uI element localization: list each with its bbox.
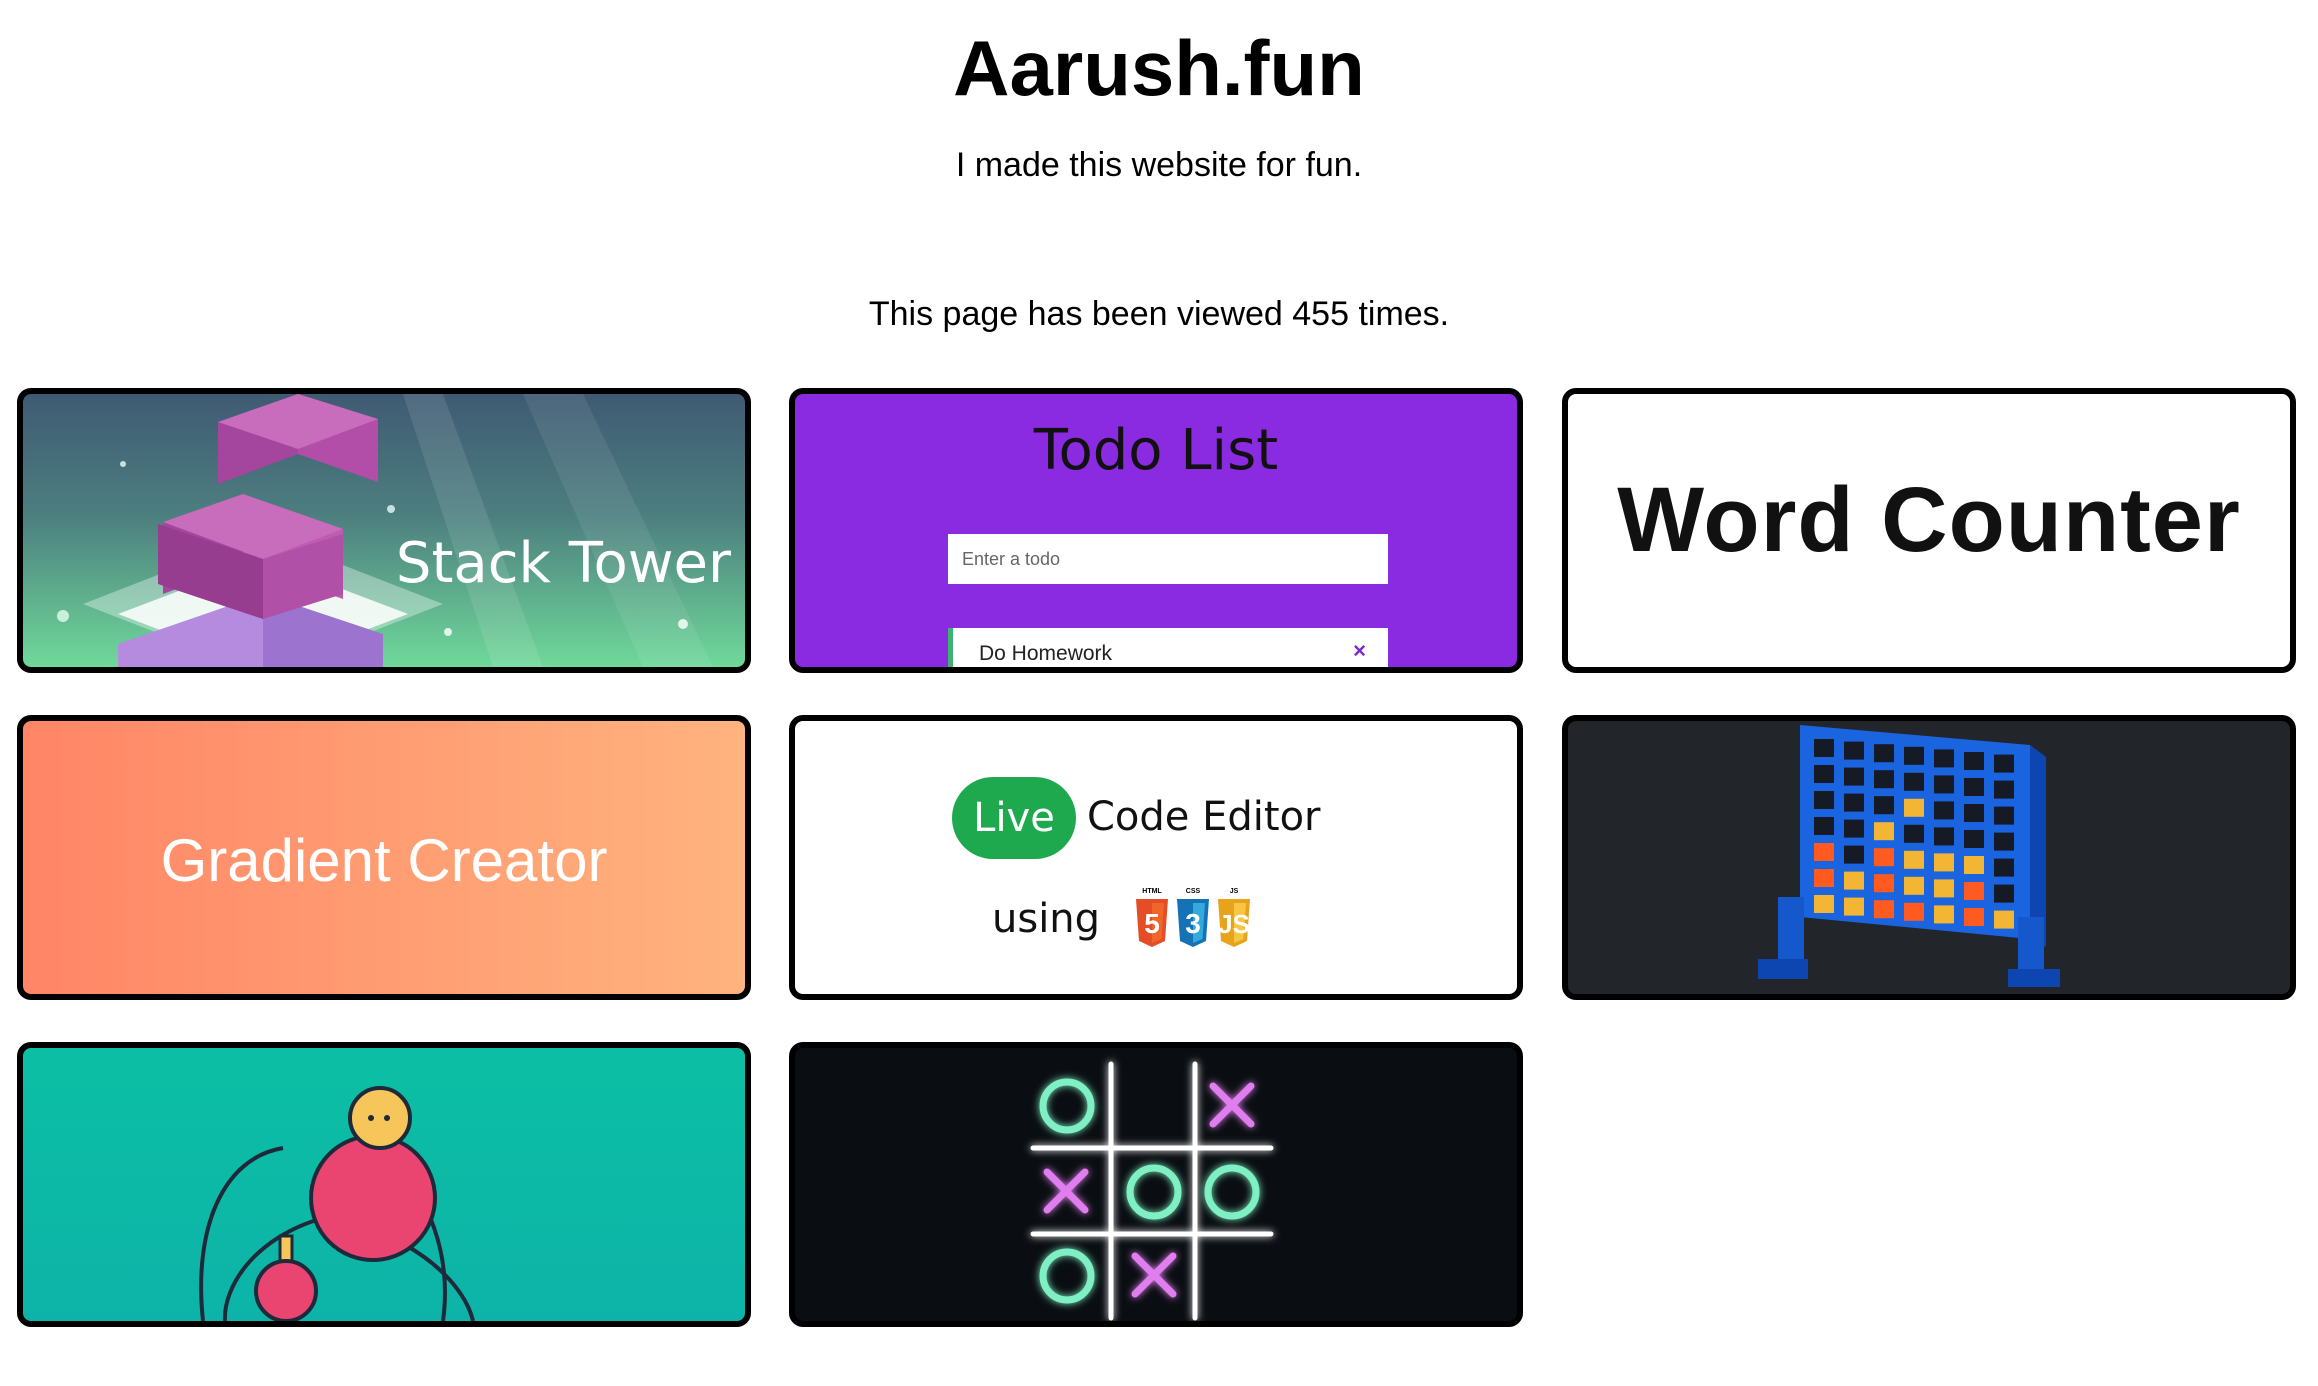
word-counter-card[interactable]: Word Counter [1562,388,2296,673]
word-counter-label: Word Counter [1617,469,2241,571]
site-title: Aarush.fun [953,24,1365,112]
stack-tower-card[interactable]: Stack Tower [17,388,751,673]
css3-icon: CSS 3 [1175,888,1211,947]
view-counter: This page has been viewed 455 times. [868,295,1450,333]
code-editor-label: Code Editor [1087,794,1321,840]
live-badge: Live [952,777,1076,859]
stack-tower-label: Stack Tower [395,531,731,596]
bouncing-balls-icon [199,1086,475,1321]
connect-four-icon [1758,725,2060,987]
live-code-editor-card[interactable]: Live Code Editor using HTML 5 CSS 3 JS J… [789,715,1523,1000]
todo-list-card[interactable]: Todo List Do Homework × [789,388,1523,673]
todo-input[interactable] [948,534,1388,584]
site-subtitle: I made this website for fun. [955,146,1363,184]
using-label: using [992,896,1101,942]
gradient-creator-card[interactable]: Gradient Creator [17,715,751,1000]
bouncing-balls-card[interactable] [17,1042,751,1327]
html5-icon: HTML 5 [1134,888,1170,947]
tic-tac-toe-icon [1030,1061,1274,1321]
todo-item: Do Homework × [948,628,1388,667]
todo-item-text: Do Homework [979,642,1113,665]
todo-title: Todo List [1033,418,1279,483]
delete-icon[interactable]: × [1353,638,1366,664]
js-icon: JS JS [1216,888,1252,947]
tic-tac-toe-card[interactable] [789,1042,1523,1327]
svg-text:JS: JS [1218,909,1250,939]
svg-text:3: 3 [1185,908,1201,939]
svg-text:5: 5 [1144,908,1160,939]
gradient-creator-label: Gradient Creator [160,827,608,894]
connect-four-card[interactable] [1562,715,2296,1000]
